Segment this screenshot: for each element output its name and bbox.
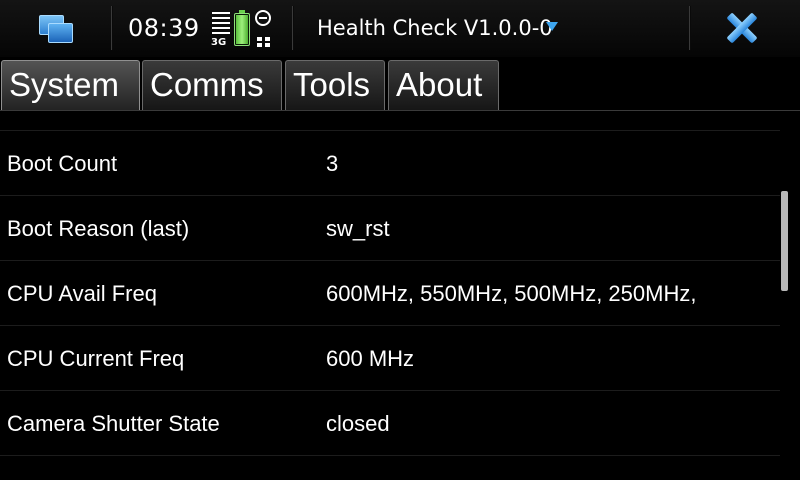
dot xyxy=(257,43,262,47)
separator xyxy=(689,6,691,50)
task-switcher-icon[interactable] xyxy=(35,12,77,46)
network-type-label: 3G xyxy=(211,37,227,48)
tab-about[interactable]: About xyxy=(388,60,499,110)
system-info-list[interactable]: Boot Count 3 Boot Reason (last) sw_rst C… xyxy=(0,111,800,480)
tab-bar: System Comms Tools About xyxy=(0,57,800,111)
list-item[interactable]: CPU Current Freq 600 MHz xyxy=(0,326,780,391)
list-item-partial xyxy=(0,111,780,131)
row-value: 3 xyxy=(326,151,339,176)
signal-bar xyxy=(212,12,230,14)
list-item[interactable]: Camera Shutter State closed xyxy=(0,391,780,456)
dot xyxy=(257,37,262,41)
signal-bar xyxy=(212,27,230,29)
row-value: 600 MHz xyxy=(326,346,415,371)
chevron-down-icon xyxy=(546,22,558,31)
battery-level-fill xyxy=(236,15,248,44)
app-title: Health Check V1.0.0-0 xyxy=(317,16,553,40)
app-menu-button[interactable]: Health Check V1.0.0-0 xyxy=(300,0,580,57)
battery-icon[interactable] xyxy=(234,10,250,46)
row-value: closed xyxy=(326,411,390,436)
tab-tools[interactable]: Tools xyxy=(285,60,385,110)
row-label: Camera Shutter State xyxy=(7,411,220,436)
signal-bar xyxy=(212,22,230,24)
vertical-scrollbar[interactable] xyxy=(781,191,788,291)
close-button[interactable] xyxy=(696,0,800,57)
row-label: CPU Current Freq xyxy=(7,346,185,371)
row-label: CPU Avail Freq xyxy=(7,281,157,306)
list-item[interactable]: CPU Avail Freq 600MHz, 550MHz, 500MHz, 2… xyxy=(0,261,780,326)
row-value: sw_rst xyxy=(326,216,390,241)
tab-comms[interactable]: Comms xyxy=(142,60,282,110)
status-bar: 08:39 3G Health Check V1.0.0-0 xyxy=(0,0,800,57)
list-item[interactable]: Boot Reason (last) sw_rst xyxy=(0,196,780,261)
dot xyxy=(265,37,270,41)
row-label: Boot Count xyxy=(7,151,118,176)
row-divider xyxy=(0,455,780,456)
separator xyxy=(292,6,294,50)
connectivity-icon[interactable] xyxy=(257,37,271,47)
row-value: 600MHz, 550MHz, 500MHz, 250MHz, xyxy=(326,281,697,306)
tab-system[interactable]: System xyxy=(1,60,140,110)
dot xyxy=(265,43,270,47)
list-item[interactable]: Boot Count 3 xyxy=(0,131,780,196)
battery-body xyxy=(234,13,250,46)
presence-icon[interactable] xyxy=(255,10,271,26)
signal-bar xyxy=(212,32,230,34)
close-icon xyxy=(726,12,758,44)
row-label: Boot Reason (last) xyxy=(7,216,190,241)
clock-time[interactable]: 08:39 xyxy=(128,14,200,42)
signal-bar xyxy=(212,17,230,19)
separator xyxy=(111,6,113,50)
signal-strength-icon[interactable]: 3G xyxy=(210,11,232,48)
window-shape xyxy=(48,23,73,43)
